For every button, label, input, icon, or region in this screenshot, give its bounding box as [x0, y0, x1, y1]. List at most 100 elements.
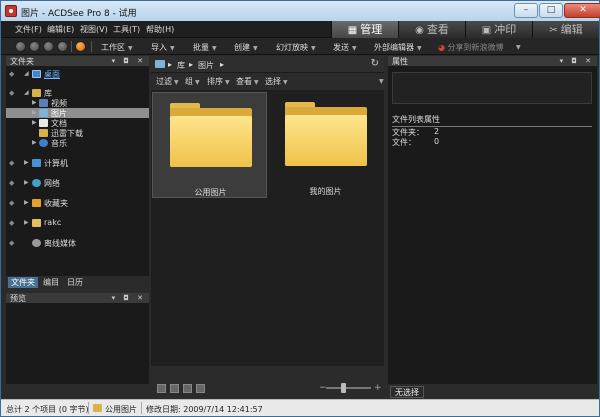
properties-preview-box — [392, 72, 592, 104]
forward-icon[interactable] — [43, 41, 54, 52]
menu-view[interactable]: 视图(V) — [80, 24, 108, 35]
slideshow-menu[interactable]: 幻灯放映 ▼ — [276, 42, 316, 53]
breadcrumb-library[interactable]: 库 — [177, 60, 185, 71]
pin-icon[interactable]: ◆ — [9, 89, 14, 97]
view-mode-icon[interactable] — [157, 384, 166, 393]
zoom-slider-track[interactable] — [326, 387, 371, 389]
folder-icon — [285, 102, 367, 166]
tree-item-library[interactable]: ◆ ◢ 库 — [6, 88, 149, 98]
chevron-right-icon[interactable]: ▶ — [24, 179, 29, 186]
panel-controls[interactable]: ▾ ◘ ✕ — [112, 56, 146, 67]
chevron-right-icon[interactable]: ▶ — [32, 99, 37, 106]
import-menu[interactable]: 导入 ▼ — [151, 42, 175, 53]
chevron-right-icon[interactable]: ▶ — [32, 109, 37, 116]
tab-folders[interactable]: 文件夹 — [8, 277, 38, 288]
tree-item-favorites[interactable]: ◆ ▶ 收藏夹 — [6, 198, 149, 208]
thumbnail-item[interactable]: 公用图片 — [152, 92, 267, 198]
tree-item-documents[interactable]: ▶ 文档 — [6, 118, 149, 128]
status-divider — [88, 402, 89, 414]
create-menu[interactable]: 创建 ▼ — [234, 42, 258, 53]
chevron-down-icon[interactable]: ◢ — [24, 89, 29, 96]
panel-controls[interactable]: ▾ ◘ ✕ — [560, 56, 594, 67]
tree-item-offline-media[interactable]: ◆ 离线媒体 — [6, 238, 149, 248]
batch-menu[interactable]: 批量 ▼ — [193, 42, 217, 53]
toolbar-overflow-icon[interactable]: ▼ — [513, 42, 521, 51]
filter-menu[interactable]: 过滤 ▼ — [156, 76, 179, 87]
folder-icon-front — [170, 116, 252, 167]
view-mode-icon[interactable] — [196, 384, 205, 393]
chevron-right-icon[interactable]: ▶ — [32, 139, 37, 146]
pin-icon[interactable]: ◆ — [9, 159, 14, 167]
thumbnail-caption: 我的图片 — [309, 187, 342, 196]
home-icon[interactable] — [15, 41, 26, 52]
panel-controls[interactable]: ▾ ◘ ✕ — [112, 293, 146, 304]
share-weibo-button[interactable]: ◕ 分享到新浪微博 — [438, 42, 504, 53]
tree-item-downloads[interactable]: 迅雷下载 — [6, 128, 149, 138]
chevron-right-icon[interactable]: ▶ — [24, 159, 29, 166]
file-list-pane: ▸ 库 ▸ 图片 ▸ ↻ 过滤 ▼ 组 ▼ 排序 ▼ 查看 ▼ 选择 ▼ ▼ 公用图片 — [151, 56, 384, 384]
tab-calendar[interactable]: 日历 — [64, 277, 86, 288]
menu-help[interactable]: 帮助(H) — [146, 24, 174, 35]
send-menu[interactable]: 发送 ▼ — [333, 42, 357, 53]
pin-icon[interactable]: ◆ — [9, 239, 14, 247]
view-mode-icon[interactable] — [183, 384, 192, 393]
folders-panel-title: 文件夹 — [10, 57, 34, 66]
group-menu[interactable]: 组 ▼ — [185, 76, 200, 87]
pin-icon[interactable]: ◆ — [9, 179, 14, 187]
tree-item-music[interactable]: ▶ 音乐 — [6, 138, 149, 148]
menu-file[interactable]: 文件(F) — [15, 24, 42, 35]
breadcrumb-arrow[interactable]: ▸ — [168, 60, 172, 69]
up-icon[interactable] — [57, 41, 68, 52]
menu-tools[interactable]: 工具(T) — [113, 24, 140, 35]
workspace-menu[interactable]: 工作区 ▼ — [101, 42, 133, 53]
chevron-down-icon: ▼ — [128, 45, 133, 52]
chevron-right-icon[interactable]: ▶ — [24, 219, 29, 226]
mode-tab-develop[interactable]: ▣ 冲印 — [465, 21, 532, 38]
filter-bar-overflow[interactable]: ▼ — [377, 76, 384, 85]
mode-tab-view[interactable]: ◉ 查看 — [398, 21, 465, 38]
select-menu[interactable]: 选择 ▼ — [265, 76, 288, 87]
folders-count-value: 2 — [434, 127, 440, 136]
tree-item-network[interactable]: ◆ ▶ 网络 — [6, 178, 149, 188]
tree-item-computer[interactable]: ◆ ▶ 计算机 — [6, 158, 149, 168]
maximize-button[interactable]: □ — [539, 3, 563, 18]
pin-icon[interactable]: ◆ — [9, 219, 14, 227]
view-mode-icon[interactable] — [170, 384, 179, 393]
thumbnail-item[interactable]: 我的图片 — [268, 92, 383, 198]
sort-menu[interactable]: 排序 ▼ — [207, 76, 230, 87]
tree-item-video[interactable]: ▶ 视频 — [6, 98, 149, 108]
breadcrumb-arrow[interactable]: ▸ — [189, 60, 193, 69]
breadcrumb-arrow[interactable]: ▸ — [220, 60, 224, 69]
tree-item-user[interactable]: ◆ ▶ rakc — [6, 218, 149, 228]
chevron-down-icon[interactable]: ◢ — [24, 70, 29, 77]
minimize-button[interactable]: – — [514, 3, 538, 18]
back-icon[interactable] — [29, 41, 40, 52]
photo-uploader-icon[interactable] — [75, 41, 86, 52]
refresh-icon[interactable]: ↻ — [371, 58, 379, 69]
chevron-down-icon: ▼ — [225, 79, 230, 86]
breadcrumb-pictures[interactable]: 图片 — [198, 60, 214, 71]
zoom-in-icon[interactable]: + — [374, 383, 382, 393]
chevron-right-icon[interactable]: ▶ — [32, 119, 37, 126]
tree-item-pictures[interactable]: ▶ 图片 — [6, 108, 149, 118]
external-editor-menu[interactable]: 外部编辑器 ▼ — [374, 42, 422, 53]
pin-icon[interactable]: ◆ — [9, 199, 14, 207]
chevron-down-icon: ▼ — [254, 79, 259, 86]
chevron-right-icon[interactable]: ▶ — [24, 199, 29, 206]
no-selection-tab[interactable]: 无选择 — [390, 386, 424, 398]
mode-tab-edit[interactable]: ✂ 编辑 — [532, 21, 599, 38]
menu-edit[interactable]: 编辑(E) — [47, 24, 74, 35]
status-total: 总计 2 个项目 (0 字节) — [6, 405, 89, 414]
chevron-down-icon: ▼ — [253, 45, 258, 52]
desktop-icon — [32, 70, 41, 78]
mode-tab-manage[interactable]: ▦ 管理 — [331, 21, 398, 38]
tree-item-desktop[interactable]: ◆ ◢ 桌面 — [6, 69, 149, 79]
preview-panel-title: 预览 — [10, 294, 26, 303]
close-button[interactable]: ✕ — [564, 3, 600, 18]
view-menu[interactable]: 查看 ▼ — [236, 76, 259, 87]
tab-catalog[interactable]: 编目 — [40, 277, 62, 288]
zoom-slider-handle[interactable] — [341, 383, 346, 393]
status-modified-date: 修改日期: 2009/7/14 12:41:57 — [146, 405, 263, 414]
pin-icon[interactable]: ◆ — [9, 70, 14, 78]
toolbar-divider — [71, 41, 72, 52]
